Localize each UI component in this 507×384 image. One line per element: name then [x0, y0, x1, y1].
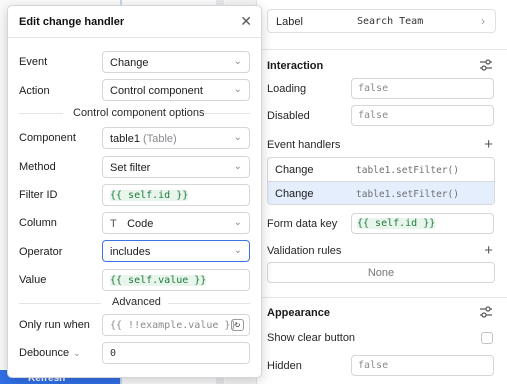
operator-label: Operator: [19, 246, 63, 258]
action-select[interactable]: Control component ⌄: [102, 79, 250, 101]
hidden-label: Hidden: [267, 360, 302, 372]
event-handler-list: Change table1.setFilter() Change table1.…: [267, 157, 495, 205]
operator-select-value: includes: [110, 246, 151, 258]
action-select-value: Control component: [110, 85, 203, 97]
event-label: Event: [19, 56, 48, 68]
handler-event: Change: [275, 188, 314, 200]
validation-rules-label: Validation rules: [267, 245, 342, 257]
debounce-input[interactable]: 0: [102, 342, 250, 364]
handler-action: table1.setFilter(): [356, 165, 459, 176]
chevron-right-icon: ›: [481, 14, 485, 28]
add-validation-rule-icon[interactable]: +: [484, 243, 493, 258]
method-select-value: Set filter: [110, 162, 151, 174]
refresh-icon[interactable]: ↻: [231, 319, 244, 331]
chevron-down-icon: ⌄: [233, 132, 242, 143]
event-select-value: Change: [110, 57, 149, 69]
filter-id-label: Filter ID: [19, 189, 58, 201]
hidden-input[interactable]: false: [351, 355, 494, 376]
value-input-value: {{ self.value }}: [110, 275, 207, 286]
loading-label: Loading: [267, 83, 307, 95]
component-type: (Table): [143, 133, 177, 145]
advanced-heading: Advanced: [112, 296, 161, 308]
debounce-label: Debounce: [19, 347, 70, 359]
component-label: Component: [19, 132, 76, 144]
form-data-key-value: {{ self.id }}: [357, 218, 436, 229]
appearance-section-title: Appearance: [267, 307, 330, 319]
section-divider: [257, 297, 507, 298]
handler-event: Change: [275, 164, 314, 176]
debounce-toggle[interactable]: Debounce ⌄: [19, 347, 81, 359]
value-label: Value: [19, 274, 47, 286]
section-divider: [257, 49, 507, 50]
chevron-down-icon: ⌄: [233, 245, 242, 256]
inspector-panel: Label Search Team › Interaction Loading …: [256, 0, 507, 384]
show-clear-button-checkbox[interactable]: [481, 332, 493, 344]
component-select[interactable]: table1 (Table) ⌄: [102, 127, 250, 149]
value-input[interactable]: {{ self.value }}: [102, 269, 250, 291]
chevron-down-icon: ⌄: [233, 161, 242, 172]
filter-id-value: {{ self.id }}: [110, 190, 189, 201]
close-icon[interactable]: ✕: [240, 13, 252, 30]
column-label: Column: [19, 217, 57, 229]
chevron-down-icon: ⌄: [233, 56, 242, 67]
edit-change-handler-dialog: Edit change handler ✕ Event Change ⌄ Act…: [7, 5, 262, 378]
section-rule: [168, 303, 250, 304]
add-event-handler-icon[interactable]: +: [484, 137, 493, 152]
column-select[interactable]: T Code ⌄: [102, 212, 250, 234]
interaction-section-title: Interaction: [267, 60, 324, 72]
label-key: Label: [276, 16, 303, 28]
event-handlers-label: Event handlers: [267, 139, 341, 151]
dialog-title: Edit change handler: [19, 16, 125, 28]
event-handler-row-selected[interactable]: Change table1.setFilter(): [268, 181, 494, 204]
method-label: Method: [19, 161, 56, 173]
settings-sliders-icon[interactable]: [479, 59, 493, 71]
validation-rules-empty: None: [267, 262, 495, 283]
settings-sliders-icon[interactable]: [479, 306, 493, 318]
only-run-when-placeholder: {{ !!example.value }}: [110, 320, 237, 331]
operator-select[interactable]: includes ⌄: [102, 240, 250, 262]
loading-input[interactable]: false: [351, 78, 494, 99]
section-rule: [19, 113, 63, 114]
filter-id-input[interactable]: {{ self.id }}: [102, 184, 250, 206]
chevron-down-icon: ⌄: [73, 348, 81, 358]
event-handler-row[interactable]: Change table1.setFilter(): [268, 158, 494, 181]
chevron-down-icon: ⌄: [233, 84, 242, 95]
dialog-header: Edit change handler ✕: [8, 6, 261, 38]
label-value: Search Team: [357, 16, 424, 27]
method-select[interactable]: Set filter ⌄: [102, 156, 250, 178]
action-label: Action: [19, 85, 50, 97]
event-select[interactable]: Change ⌄: [102, 51, 250, 73]
form-data-key-label: Form data key: [267, 218, 338, 230]
disabled-input[interactable]: false: [351, 105, 494, 126]
control-options-heading: Control component options: [73, 107, 205, 119]
disabled-label: Disabled: [267, 110, 310, 122]
chevron-down-icon: ⌄: [233, 217, 242, 228]
form-data-key-input[interactable]: {{ self.id }}: [351, 213, 494, 234]
only-run-when-input[interactable]: {{ !!example.value }} ↻: [102, 314, 250, 336]
section-rule: [204, 113, 250, 114]
only-run-when-label: Only run when: [19, 319, 90, 331]
show-clear-button-label: Show clear button: [267, 332, 356, 344]
column-select-value: Code: [127, 218, 154, 230]
section-rule: [19, 303, 101, 304]
label-property-row[interactable]: Label Search Team ›: [267, 9, 496, 33]
text-type-icon: T: [110, 218, 117, 230]
debounce-value: 0: [110, 348, 117, 359]
component-select-value: table1: [110, 133, 140, 145]
handler-action: table1.setFilter(): [356, 189, 459, 200]
